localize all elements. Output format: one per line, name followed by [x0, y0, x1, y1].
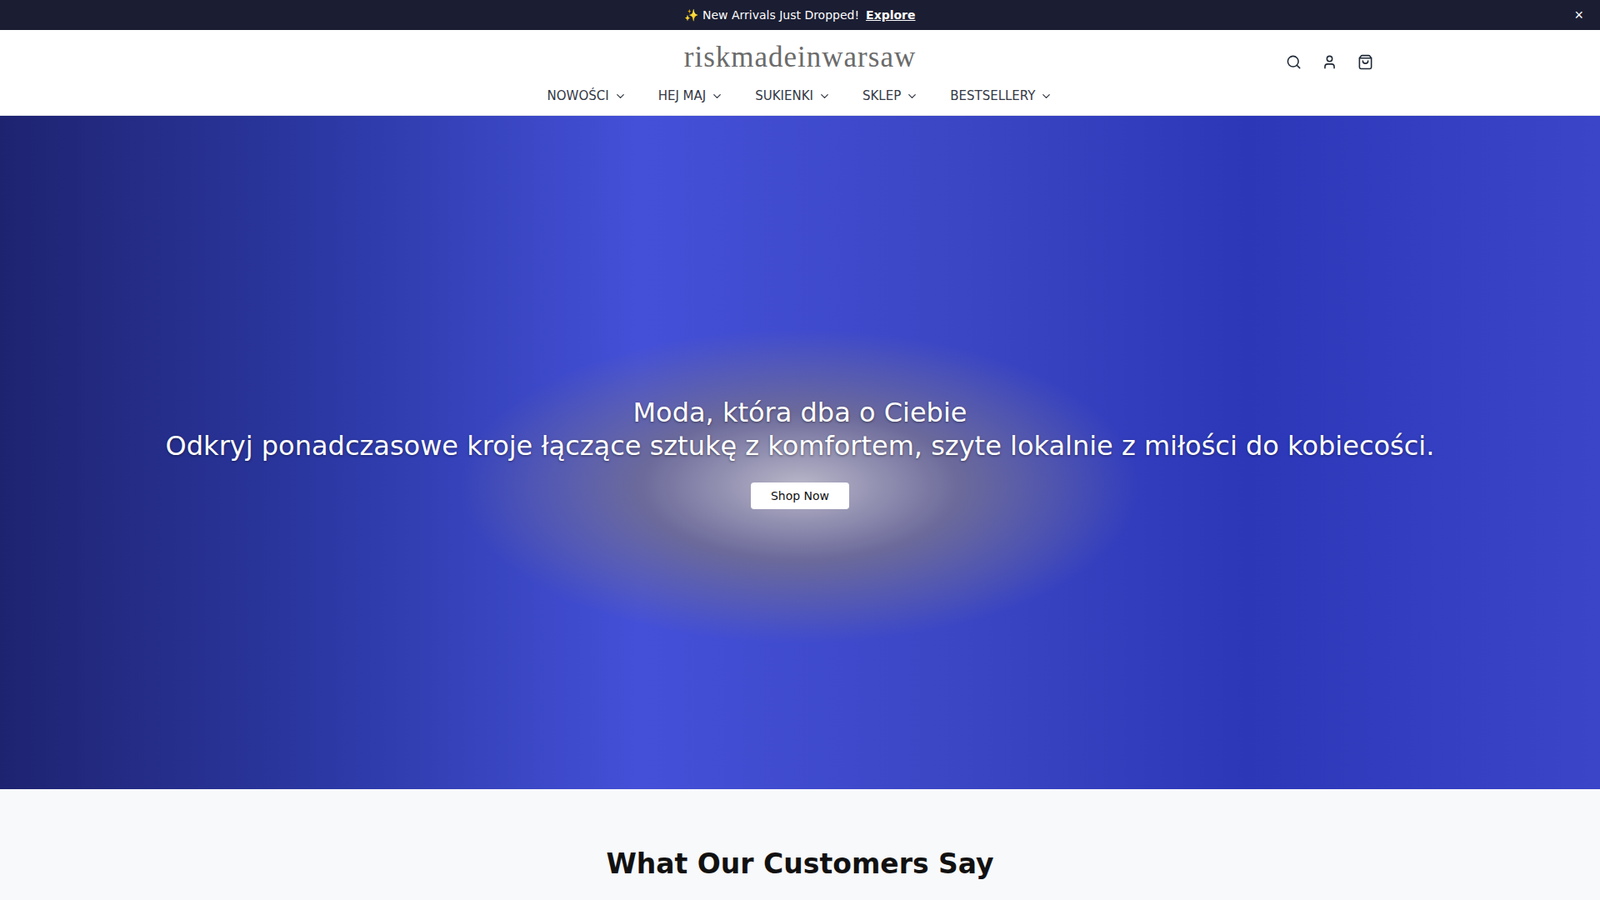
hero: Moda, która dba o CiebieOdkryj ponadczas…: [0, 115, 1600, 790]
close-button[interactable]: ×: [1570, 4, 1587, 26]
account-button[interactable]: [1320, 52, 1340, 72]
nav-item[interactable]: NOWOŚCI: [547, 88, 627, 104]
header: riskmadeinwarsaw NOWOŚCI HEJ MAJ SUKIENKI SK…: [0, 30, 1600, 116]
section-heading: What Our Customers Say: [605, 847, 994, 900]
chevron-down-icon: [614, 90, 627, 103]
hero-title: Moda, która dba o Ciebie: [632, 395, 967, 430]
nav-item[interactable]: SUKIENKI: [755, 88, 831, 104]
logo[interactable]: riskmadeinwarsaw: [684, 40, 916, 75]
explore-link[interactable]: Explore: [865, 8, 915, 22]
shop-now-button[interactable]: Shop Now: [750, 482, 850, 510]
nav-item[interactable]: BESTSELLERY: [950, 88, 1053, 104]
hero-subtitle: Odkryj ponadczasowe kroje łączące sztukę…: [165, 429, 1435, 463]
nav-item[interactable]: SKLEP: [862, 88, 919, 104]
user-icon: [1321, 54, 1338, 70]
chevron-down-icon: [818, 90, 831, 103]
announcement-text: ✨ New Arrivals Just Dropped!: [684, 8, 860, 22]
nav-item[interactable]: HEJ MAJ: [658, 88, 725, 104]
search-button[interactable]: [1284, 52, 1304, 72]
header-top-row: riskmadeinwarsaw: [225, 36, 1375, 79]
shopping-bag-icon: [1357, 54, 1374, 70]
testimonials-section: What Our Customers Say: [0, 789, 1600, 900]
announcement-bar: ✨ New Arrivals Just Dropped! Explore ×: [0, 0, 1600, 30]
search-icon: [1285, 54, 1302, 70]
chevron-down-icon: [905, 90, 919, 103]
page: ✨ New Arrivals Just Dropped! Explore × risk…: [0, 0, 1600, 900]
cart-button[interactable]: [1355, 52, 1375, 72]
chevron-down-icon: [710, 90, 724, 103]
chevron-down-icon: [1040, 90, 1053, 103]
main-nav: NOWOŚCI HEJ MAJ SUKIENKI SKLEP BESTSELLERY: [0, 78, 1600, 115]
header-icons: [1284, 44, 1375, 72]
